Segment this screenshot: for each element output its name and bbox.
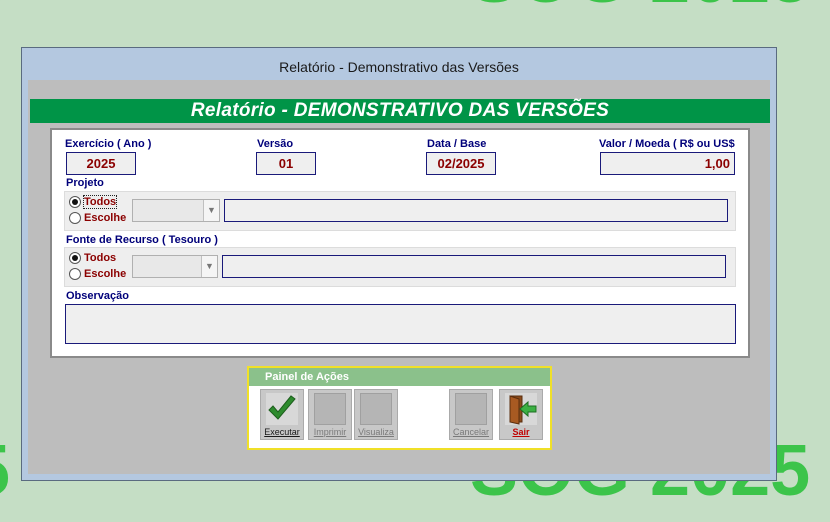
observacao-field[interactable] [65, 304, 736, 344]
radio-unselected-icon [69, 268, 81, 280]
background-watermark-mid-left: 5 [0, 158, 1, 214]
imprimir-label: Imprimir [313, 427, 347, 437]
background-watermark-top-right: SOG 2025 [470, 0, 810, 14]
background-watermark-bottom-left: 5 [0, 435, 10, 507]
report-window: Relatório - Demonstrativo das Versões Re… [21, 47, 777, 481]
data-base-label: Data / Base [427, 138, 487, 150]
projeto-combo[interactable]: ▼ [132, 199, 220, 222]
sair-label: Sair [512, 427, 530, 437]
fonte-radio-todos-label: Todos [84, 252, 117, 264]
data-base-field[interactable]: 02/2025 [426, 152, 496, 175]
radio-selected-icon [69, 196, 81, 208]
projeto-radio-escolhe[interactable]: Escolhe [69, 212, 126, 224]
cancelar-label: Cancelar [452, 427, 490, 437]
fonte-recurso-description-field[interactable] [222, 255, 726, 278]
cancelar-button[interactable]: Cancelar [449, 389, 493, 440]
sair-button[interactable]: Sair [499, 389, 543, 440]
report-header-title: Relatório - DEMONSTRATIVO DAS VERSÕES [30, 99, 770, 123]
exercicio-field[interactable]: 2025 [66, 152, 136, 175]
visualiza-button[interactable]: Visualiza [354, 389, 398, 440]
versao-field[interactable]: 01 [256, 152, 316, 175]
projeto-radio-todos[interactable]: Todos [69, 195, 118, 209]
imprimir-button[interactable]: Imprimir [308, 389, 352, 440]
versao-label: Versão [257, 138, 294, 150]
chevron-down-icon[interactable]: ▼ [201, 256, 217, 277]
observacao-label: Observação [66, 290, 129, 302]
fonte-recurso-combo[interactable]: ▼ [132, 255, 218, 278]
cancel-icon [455, 393, 487, 425]
printer-icon [314, 393, 346, 425]
actions-panel: Painel de Ações Executar Imprimir Visual… [247, 366, 552, 450]
window-title: Relatório - Demonstrativo das Versões [279, 59, 519, 75]
fonte-recurso-group: Todos Escolhe ▼ [64, 247, 736, 287]
chevron-down-icon[interactable]: ▼ [203, 200, 219, 221]
exercicio-label: Exercício ( Ano ) [65, 138, 152, 150]
executar-label: Executar [264, 427, 300, 437]
exit-door-icon [505, 393, 537, 425]
valor-moeda-field[interactable]: 1,00 [600, 152, 735, 175]
preview-icon [360, 393, 392, 425]
fonte-radio-escolhe-label: Escolhe [84, 268, 127, 280]
executar-button[interactable]: Executar [260, 389, 304, 440]
checkmark-icon [266, 393, 298, 425]
radio-unselected-icon [69, 212, 81, 224]
filter-form-panel: Exercício ( Ano ) Versão Data / Base Val… [50, 128, 750, 358]
background-watermark-top-left: 5 [0, 0, 10, 14]
actions-panel-title: Painel de Ações [249, 368, 550, 386]
visualiza-label: Visualiza [358, 427, 394, 437]
valor-moeda-label: Valor / Moeda ( R$ ou US$ [599, 138, 735, 150]
projeto-description-field[interactable] [224, 199, 728, 222]
fonte-recurso-label: Fonte de Recurso ( Tesouro ) [66, 234, 218, 246]
projeto-radio-escolhe-label: Escolhe [84, 212, 127, 224]
fonte-radio-escolhe[interactable]: Escolhe [69, 268, 126, 280]
projeto-radio-todos-label: Todos [82, 195, 118, 209]
fonte-radio-todos[interactable]: Todos [69, 252, 116, 264]
radio-selected-icon [69, 252, 81, 264]
window-client-area: Relatório - DEMONSTRATIVO DAS VERSÕES Ex… [28, 80, 770, 474]
projeto-group: Todos Escolhe ▼ [64, 191, 736, 231]
projeto-label: Projeto [66, 177, 104, 189]
